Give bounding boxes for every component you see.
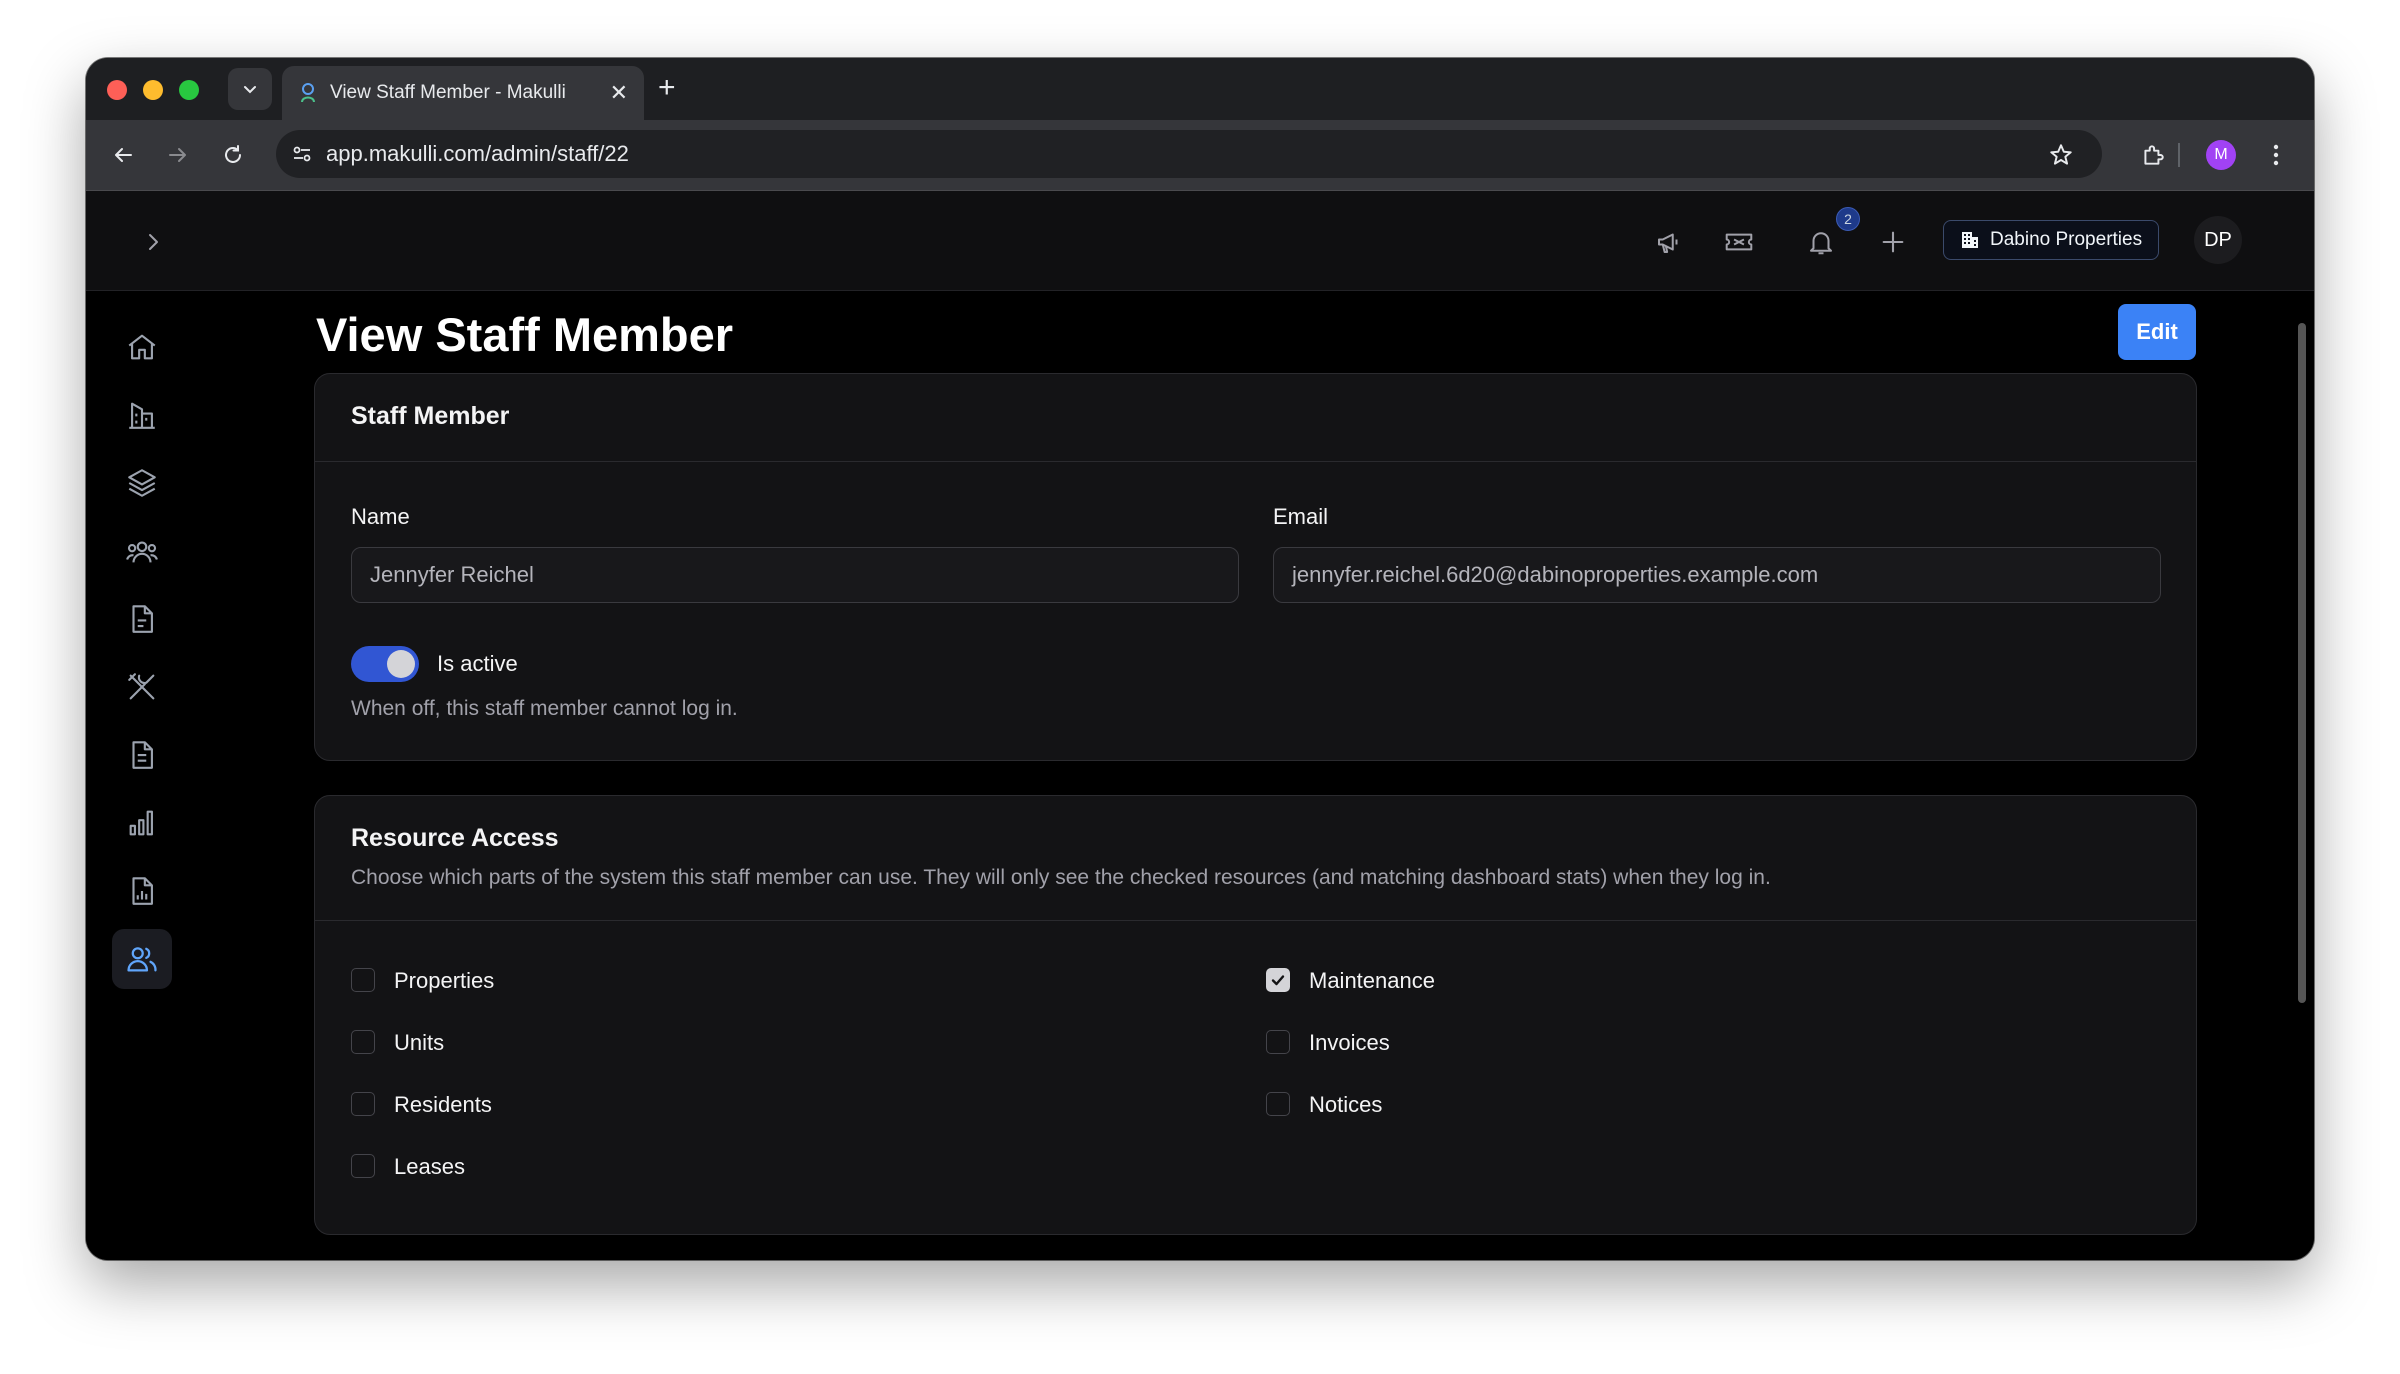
tenant-name: Dabino Properties [1990,229,2143,250]
profile-avatar: M [2206,140,2236,170]
notices-label: Notices [1309,1092,1383,1117]
browser-toolbar: app.makulli.com/admin/staff/22 M [86,120,2314,191]
name-field[interactable]: Jennyfer Reichel [351,547,1239,603]
profile-button[interactable]: M [2206,140,2236,170]
resource-access-description: Choose which parts of the system this st… [351,866,1771,889]
email-field[interactable]: jennyfer.reichel.6d20@dabinoproperties.e… [1273,547,2161,603]
reload-icon[interactable] [218,140,248,170]
toolbar-divider [2178,143,2180,167]
toggle-knob [387,650,415,678]
invoices-label: Invoices [1309,1030,1390,1055]
leases-label: Leases [394,1154,465,1179]
card-divider [315,920,2196,921]
name-label: Name [351,504,410,529]
megaphone-icon[interactable] [1652,225,1686,259]
units-label: Units [394,1030,445,1055]
browser-window: View Staff Member - Makulli ✕ + app.maku… [86,58,2314,1260]
user-avatar[interactable]: DP [2194,216,2242,264]
close-window-button[interactable] [107,80,127,100]
properties-checkbox[interactable] [351,968,375,992]
extensions-icon[interactable] [2138,140,2168,170]
plus-icon[interactable] [1876,225,1910,259]
app-header: 2 Dabino Properties DP [86,191,2314,291]
page-scrollbar[interactable] [2296,191,2308,1140]
tab-strip: View Staff Member - Makulli ✕ + [86,58,2314,120]
resource-access-card: Resource Access Choose which parts of th… [314,795,2197,1235]
units-checkbox[interactable] [351,1030,375,1054]
maintenance-label: Maintenance [1309,968,1435,993]
main-content: View Staff Member Edit Staff Member Name… [86,291,2286,1260]
url-text: app.makulli.com/admin/staff/22 [326,141,629,166]
residents-label: Residents [394,1092,492,1117]
card-divider [315,461,2196,462]
forward-icon[interactable] [163,140,193,170]
notices-checkbox[interactable] [1266,1092,1290,1116]
back-icon[interactable] [108,140,138,170]
staff-member-card-title: Staff Member [351,402,510,430]
kebab-menu-icon[interactable] [2266,140,2286,170]
tenant-switcher-button[interactable]: Dabino Properties [1943,220,2160,260]
checkmark-icon [1271,975,1285,986]
app-root: 2 Dabino Properties DP View Staff Member… [86,191,2314,1260]
new-tab-icon[interactable]: + [658,72,676,104]
ticket-icon[interactable] [1722,225,1756,259]
residents-checkbox[interactable] [351,1092,375,1116]
edit-button[interactable]: Edit [2118,304,2196,360]
minimize-window-button[interactable] [143,80,163,100]
bookmark-star-icon[interactable] [2046,140,2076,170]
maximize-window-button[interactable] [179,80,199,100]
is-active-toggle[interactable] [351,646,419,682]
staff-member-card: Staff Member Name Jennyfer Reichel Email… [314,373,2197,761]
tab-title: View Staff Member - Makulli [330,82,566,103]
office-building-icon [1962,232,1978,248]
expand-sidebar-chevron-icon[interactable] [136,225,170,259]
maintenance-checkbox[interactable] [1266,968,1290,992]
address-bar[interactable]: app.makulli.com/admin/staff/22 [276,130,2102,178]
email-label: Email [1273,504,1329,529]
site-settings-icon[interactable] [290,142,314,166]
invoices-checkbox[interactable] [1266,1030,1290,1054]
notification-badge: 2 [1836,207,1860,231]
makulli-favicon-icon [301,83,315,103]
resource-access-card-title: Resource Access [351,824,559,852]
is-active-label: Is active [437,651,518,676]
scrollbar-thumb[interactable] [2298,323,2306,1003]
browser-tab[interactable]: View Staff Member - Makulli ✕ [282,66,644,120]
chevron-down-icon [244,86,256,94]
tab-search-button[interactable] [228,68,272,110]
tab-close-icon[interactable]: ✕ [610,80,628,106]
bell-icon[interactable] [1804,225,1838,259]
properties-label: Properties [394,968,495,993]
page-title: View Staff Member [316,308,734,361]
is-active-help-text: When off, this staff member cannot log i… [351,697,738,720]
leases-checkbox[interactable] [351,1154,375,1178]
